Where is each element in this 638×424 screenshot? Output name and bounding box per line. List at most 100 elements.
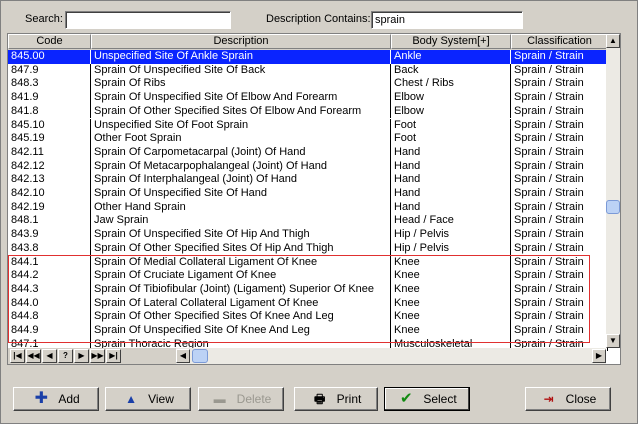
horizontal-scrollbar[interactable]: ◀ ▶: [176, 348, 606, 364]
minus-icon: ▬: [213, 392, 226, 406]
description-cell: Sprain Of Other Specified Sites Of Knee …: [91, 310, 391, 324]
nav-last-icon[interactable]: ▶|: [106, 349, 121, 363]
close-button[interactable]: ⇥ Close: [525, 387, 611, 411]
description-cell: Jaw Sprain: [91, 214, 391, 229]
table-row[interactable]: 844.0 Sprain Of Lateral Collateral Ligame…: [8, 296, 608, 311]
table-row[interactable]: 845.10 Unspecified Site Of Foot Sprain Foo…: [8, 118, 608, 133]
body-system-cell: Back: [391, 63, 511, 78]
table-row[interactable]: 844.1 Sprain Of Medial Collateral Ligamen…: [8, 255, 608, 270]
description-cell: Sprain Of Interphalangeal (Joint) Of Han…: [91, 173, 391, 187]
body-system-cell: Ankle: [391, 50, 511, 64]
horizontal-scroll-thumb[interactable]: [192, 349, 208, 363]
table-row[interactable]: 843.8 Sprain Of Other Specified Sites Of …: [8, 241, 608, 256]
scroll-down-icon[interactable]: ▼: [606, 334, 620, 348]
scroll-right-icon[interactable]: ▶: [592, 349, 606, 363]
description-cell: Sprain Of Medial Collateral Ligament Of …: [91, 255, 391, 270]
body-system-cell: Chest / Ribs: [391, 77, 511, 92]
classification-cell: Sprain / Strain: [511, 255, 608, 270]
print-button[interactable]: 🖶 Print: [294, 387, 378, 411]
scroll-left-icon[interactable]: ◀: [176, 349, 190, 363]
vertical-scrollbar[interactable]: ▲ ▼: [606, 34, 620, 348]
nav-prev-page-icon[interactable]: ◀◀: [26, 349, 41, 363]
table-row[interactable]: 848.3 Sprain Of Ribs Chest / Ribs Sprain / …: [8, 77, 608, 92]
description-contains-input[interactable]: [371, 11, 523, 29]
code-cell: 845.19: [8, 132, 91, 146]
nav-next-page-icon[interactable]: ▶▶: [90, 349, 105, 363]
column-header-code[interactable]: Code: [8, 34, 91, 49]
view-triangle-icon: ▲: [125, 392, 138, 406]
description-cell: Sprain Of Other Specified Sites Of Hip A…: [91, 241, 391, 256]
body-system-cell: Hand: [391, 200, 511, 215]
results-grid: Code Description Body System[+] Classifi…: [7, 33, 621, 365]
code-cell: 844.9: [8, 324, 91, 338]
table-row[interactable]: 841.8 Sprain Of Other Specified Sites Of …: [8, 104, 608, 119]
nav-help-icon[interactable]: ?: [58, 349, 73, 363]
description-cell: Unspecified Site Of Foot Sprain: [91, 118, 391, 133]
code-cell: 844.0: [8, 296, 91, 311]
description-cell: Sprain Of Unspecified Site Of Hand: [91, 187, 391, 201]
description-cell: Unspecified Site Of Ankle Sprain: [91, 50, 391, 64]
classification-cell: Sprain / Strain: [511, 145, 608, 160]
code-cell: 841.8: [8, 104, 91, 119]
table-row[interactable]: 845.00 Unspecified Site Of Ankle Sprain An…: [8, 50, 608, 64]
column-header-body-system[interactable]: Body System[+]: [391, 34, 511, 49]
column-header-description[interactable]: Description: [91, 34, 391, 49]
description-cell: Sprain Of Metacarpophalangeal (Joint) Of…: [91, 159, 391, 174]
table-row[interactable]: 844.9 Sprain Of Unspecified Site Of Knee …: [8, 324, 608, 338]
classification-cell: Sprain / Strain: [511, 118, 608, 133]
exit-door-icon: ⇥: [543, 392, 554, 406]
column-header-classification[interactable]: Classification: [511, 34, 608, 49]
nav-prev-icon[interactable]: ◀: [42, 349, 57, 363]
body-system-cell: Knee: [391, 310, 511, 324]
table-row[interactable]: 844.3 Sprain Of Tibiofibular (Joint) (Lig…: [8, 282, 608, 297]
record-navigator: |◀ ◀◀ ◀ ? ▶ ▶▶ ▶|: [8, 348, 176, 364]
body-system-cell: Hand: [391, 173, 511, 187]
select-button[interactable]: ✔ Select: [384, 387, 470, 411]
code-cell: 842.19: [8, 200, 91, 215]
classification-cell: Sprain / Strain: [511, 214, 608, 229]
add-button[interactable]: ✚ Add: [13, 387, 99, 411]
search-input[interactable]: [65, 11, 231, 29]
classification-cell: Sprain / Strain: [511, 132, 608, 146]
code-cell: 841.9: [8, 91, 91, 105]
description-cell: Sprain Of Carpometacarpal (Joint) Of Han…: [91, 145, 391, 160]
table-row[interactable]: 847.9 Sprain Of Unspecified Site Of Back B…: [8, 63, 608, 78]
scroll-up-icon[interactable]: ▲: [606, 34, 620, 48]
body-system-cell: Knee: [391, 282, 511, 297]
code-cell: 844.2: [8, 269, 91, 283]
table-row[interactable]: 845.19 Other Foot Sprain Foot Sprain / Stra…: [8, 132, 608, 146]
body-system-cell: Hip / Pelvis: [391, 241, 511, 256]
table-row[interactable]: 848.1 Jaw Sprain Head / Face Sprain / Strai…: [8, 214, 608, 229]
search-label: Search:: [25, 13, 63, 25]
description-cell: Other Foot Sprain: [91, 132, 391, 146]
code-cell: 842.12: [8, 159, 91, 174]
code-lookup-window: Search: Description Contains: Code Descr…: [0, 0, 638, 424]
table-row[interactable]: 842.12 Sprain Of Metacarpophalangeal (Joi…: [8, 159, 608, 174]
table-row[interactable]: 844.8 Sprain Of Other Specified Sites Of …: [8, 310, 608, 324]
code-cell: 847.9: [8, 63, 91, 78]
body-system-cell: Foot: [391, 118, 511, 133]
table-row[interactable]: 842.10 Sprain Of Unspecified Site Of Hand…: [8, 187, 608, 201]
body-system-cell: Hand: [391, 145, 511, 160]
delete-button[interactable]: ▬ Delete: [198, 387, 284, 411]
classification-cell: Sprain / Strain: [511, 282, 608, 297]
nav-next-icon[interactable]: ▶: [74, 349, 89, 363]
code-cell: 843.8: [8, 241, 91, 256]
table-row[interactable]: 842.13 Sprain Of Interphalangeal (Joint) …: [8, 173, 608, 187]
vertical-scroll-thumb[interactable]: [606, 200, 620, 214]
table-row[interactable]: 842.19 Other Hand Sprain Hand Sprain / Stra…: [8, 200, 608, 215]
table-row[interactable]: 842.11 Sprain Of Carpometacarpal (Joint) …: [8, 145, 608, 160]
code-cell: 843.9: [8, 228, 91, 242]
table-row[interactable]: 843.9 Sprain Of Unspecified Site Of Hip A…: [8, 228, 608, 242]
classification-cell: Sprain / Strain: [511, 241, 608, 256]
code-cell: 842.13: [8, 173, 91, 187]
description-cell: Sprain Of Cruciate Ligament Of Knee: [91, 269, 391, 283]
view-button[interactable]: ▲ View: [105, 387, 191, 411]
grid-header: Code Description Body System[+] Classifi…: [8, 34, 608, 50]
body-system-cell: Knee: [391, 255, 511, 270]
classification-cell: Sprain / Strain: [511, 104, 608, 119]
table-row[interactable]: 844.2 Sprain Of Cruciate Ligament Of Knee…: [8, 269, 608, 283]
close-button-label: Close: [565, 392, 597, 406]
table-row[interactable]: 841.9 Sprain Of Unspecified Site Of Elbow…: [8, 91, 608, 105]
nav-first-icon[interactable]: |◀: [10, 349, 25, 363]
